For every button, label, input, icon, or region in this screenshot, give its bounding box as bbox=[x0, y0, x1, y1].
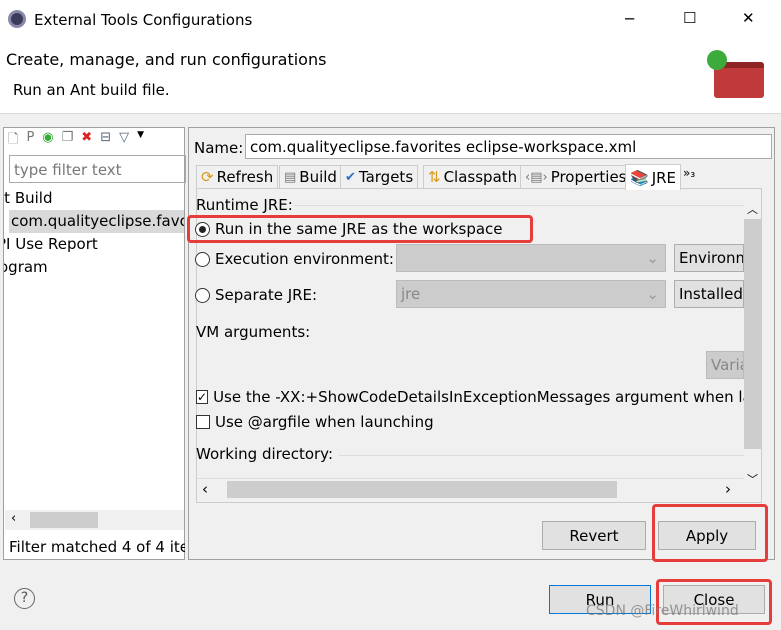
filter-input[interactable]: type filter text bbox=[9, 155, 186, 183]
title-bar: External Tools Configurations ─ ☐ ✕ bbox=[0, 0, 781, 40]
jre-icon: 📚 bbox=[630, 168, 649, 187]
environments-button[interactable]: Environm bbox=[674, 244, 744, 272]
tab-properties[interactable]: ‹▤› Properties bbox=[520, 165, 632, 189]
radio-label: Separate JRE: bbox=[215, 286, 318, 304]
highlight-box bbox=[187, 215, 533, 243]
more-tabs-button[interactable]: »₃ bbox=[683, 166, 695, 180]
checkbox-label: Use the -XX:+ShowCodeDetailsInExceptionM… bbox=[213, 388, 744, 406]
checkbox-label: Use @argfile when launching bbox=[215, 413, 434, 431]
installed-jres-button[interactable]: Installed bbox=[674, 280, 744, 308]
toolbar: 🗋 P ◉ ❐ ✖ ⊟ ▽ ▼ bbox=[8, 130, 144, 150]
radio-separate-jre[interactable]: Separate JRE: bbox=[195, 286, 317, 304]
checkbox-checked-icon: ✓ bbox=[196, 390, 209, 404]
properties-icon: ‹▤› bbox=[525, 169, 548, 185]
combo-value: jre bbox=[401, 285, 421, 303]
separate-jre-combo[interactable]: jre ⌄ bbox=[396, 280, 666, 308]
new-prototype-icon[interactable]: P bbox=[26, 130, 34, 150]
collapse-all-icon[interactable]: ⊟ bbox=[100, 130, 111, 150]
classpath-icon: ⇅ bbox=[428, 168, 441, 186]
tab-targets[interactable]: ✔ Targets bbox=[340, 165, 419, 189]
radio-execution-environment[interactable]: Execution environment: bbox=[195, 250, 394, 268]
tab-label: Refresh bbox=[216, 168, 274, 186]
tree-item[interactable]: ogram bbox=[4, 258, 184, 276]
tab-label: Properties bbox=[550, 168, 627, 186]
new-configuration-icon[interactable]: 🗋 bbox=[8, 130, 18, 150]
build-icon: ▤ bbox=[284, 169, 297, 185]
duplicate-icon[interactable]: ❐ bbox=[62, 130, 74, 150]
tree-item-selected[interactable]: com.qualityeclipse.favo bbox=[9, 210, 184, 233]
watermark: CSDN @FireWhirlwind bbox=[586, 603, 739, 619]
show-code-details-checkbox[interactable]: ✓ Use the -XX:+ShowCodeDetailsInException… bbox=[196, 388, 744, 406]
tab-label: JRE bbox=[651, 168, 677, 187]
argfile-checkbox[interactable]: Use @argfile when launching bbox=[196, 413, 434, 431]
eclipse-icon bbox=[8, 10, 26, 28]
tab-label: Build bbox=[299, 168, 337, 186]
targets-icon: ✔ bbox=[345, 169, 356, 185]
vm-arguments-label: VM arguments: bbox=[196, 323, 311, 341]
revert-button[interactable]: Revert bbox=[542, 521, 646, 550]
radio-icon bbox=[195, 251, 210, 267]
tab-label: Classpath bbox=[443, 168, 518, 186]
export-icon[interactable]: ◉ bbox=[42, 130, 53, 150]
variables-button[interactable]: Varia bbox=[706, 351, 744, 379]
tree-item[interactable]: it Build bbox=[4, 189, 184, 212]
header-subtitle: Run an Ant build file. bbox=[13, 81, 170, 99]
tree-item[interactable]: PI Use Report bbox=[4, 235, 184, 253]
group-divider bbox=[339, 455, 744, 456]
runtime-jre-label: Runtime JRE: bbox=[196, 196, 293, 214]
refresh-icon: ⟳ bbox=[201, 168, 214, 186]
header-title: Create, manage, and run configurations bbox=[6, 50, 327, 69]
configuration-tree-panel: 🗋 P ◉ ❐ ✖ ⊟ ▽ ▼ type filter text it Buil… bbox=[3, 127, 186, 560]
working-directory-label: Working directory: bbox=[196, 445, 334, 463]
filter-status: Filter matched 4 of 4 ite bbox=[9, 538, 185, 556]
tab-jre[interactable]: 📚 JRE bbox=[625, 164, 682, 190]
close-window-button[interactable]: ✕ bbox=[742, 9, 755, 27]
execution-environment-combo[interactable]: ⌄ bbox=[396, 244, 666, 272]
name-field[interactable]: com.qualityeclipse.favorites eclipse-wor… bbox=[245, 134, 772, 159]
configuration-editor: Name: com.qualityeclipse.favorites eclip… bbox=[187, 127, 775, 562]
maximize-button[interactable]: ☐ bbox=[683, 9, 696, 27]
radio-icon bbox=[195, 287, 210, 303]
help-button[interactable]: ? bbox=[14, 588, 35, 609]
vertical-scrollbar[interactable]: ︿ ﹀ bbox=[744, 201, 761, 488]
filter-icon[interactable]: ▽ bbox=[119, 130, 129, 150]
checkbox-icon bbox=[196, 415, 210, 429]
window-title: External Tools Configurations bbox=[34, 11, 253, 29]
run-badge-icon bbox=[707, 50, 727, 70]
name-label: Name: bbox=[194, 139, 244, 157]
minimize-button[interactable]: ─ bbox=[625, 10, 634, 28]
view-menu-icon[interactable]: ▼ bbox=[137, 130, 144, 150]
group-divider bbox=[294, 205, 744, 206]
tab-refresh[interactable]: ⟳ Refresh bbox=[196, 165, 279, 189]
dialog-header: Create, manage, and run configurations R… bbox=[0, 40, 781, 114]
tab-label: Targets bbox=[358, 168, 414, 186]
horizontal-scrollbar[interactable]: ‹ › bbox=[197, 478, 744, 500]
radio-label: Execution environment: bbox=[215, 250, 394, 268]
tab-classpath[interactable]: ⇅ Classpath bbox=[423, 165, 523, 189]
tab-build[interactable]: ▤ Build bbox=[279, 165, 342, 189]
delete-icon[interactable]: ✖ bbox=[81, 130, 92, 150]
highlight-box bbox=[652, 504, 768, 562]
horizontal-scrollbar[interactable]: ‹ bbox=[5, 510, 184, 530]
